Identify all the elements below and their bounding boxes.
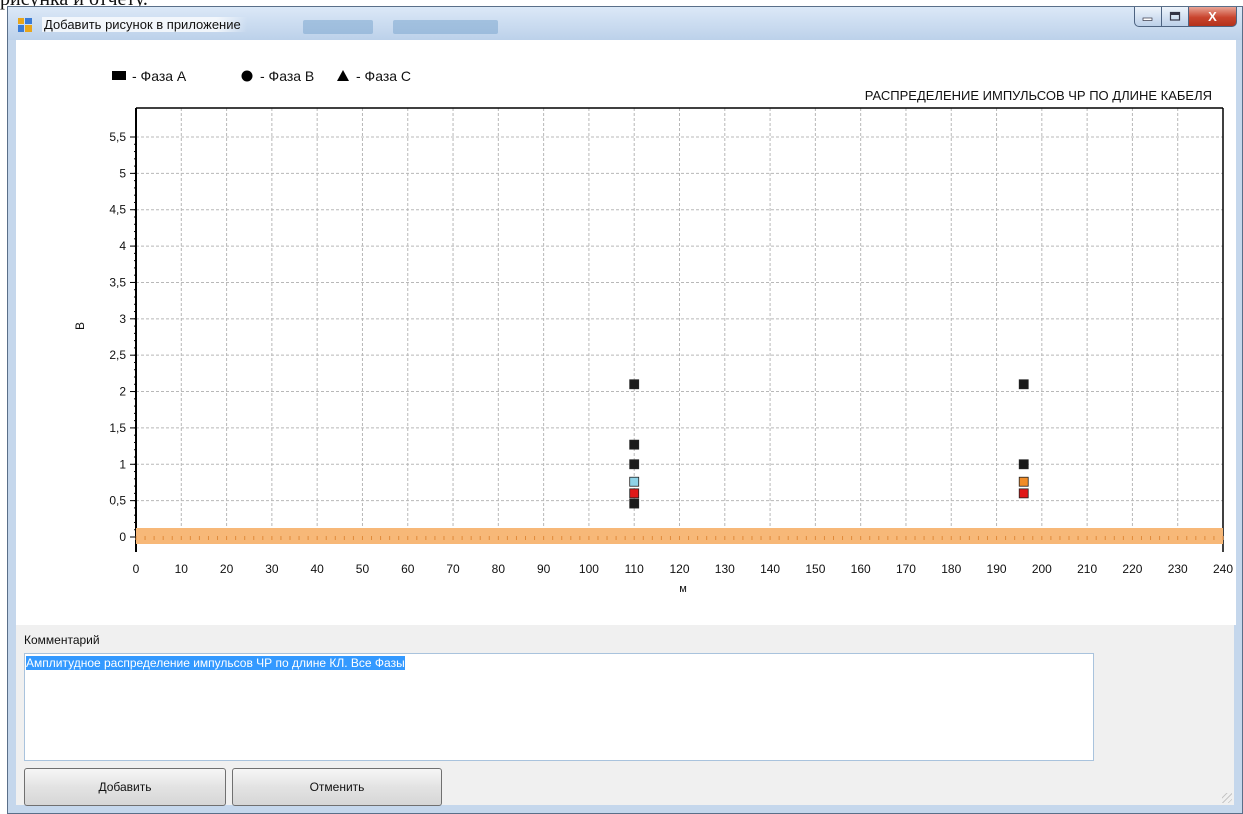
legend-marker-square xyxy=(112,71,126,80)
maximize-button[interactable] xyxy=(1162,7,1189,27)
x-tick-label: 140 xyxy=(760,562,780,576)
legend: - Фаза А - Фаза В - Фаза С xyxy=(112,68,411,84)
y-tick-label: 5 xyxy=(119,166,126,180)
window-controls: X xyxy=(1134,7,1237,27)
x-tick-label: 80 xyxy=(492,562,506,576)
close-button[interactable]: X xyxy=(1189,7,1237,27)
chart-points xyxy=(629,379,1029,509)
title-ghost xyxy=(393,20,498,34)
y-tick-label: 2,5 xyxy=(109,348,126,362)
chart-axes: 0 0,5 1 1,5 2 2,5 3 3,5 4 4,5 5 5,5 0 10 20 30 40 50 60 70 8… xyxy=(73,107,1233,595)
x-axis-label: м xyxy=(679,583,687,595)
y-axis-label: В xyxy=(73,322,87,330)
x-tick-label: 20 xyxy=(220,562,234,576)
y-tick-label: 0 xyxy=(119,530,126,544)
legend-label: - Фаза А xyxy=(132,68,187,84)
x-tick-label: 10 xyxy=(175,562,189,576)
x-tick-label: 210 xyxy=(1077,562,1097,576)
x-tick-label: 0 xyxy=(133,562,140,576)
minimize-icon xyxy=(1142,17,1153,21)
y-tick-label: 4,5 xyxy=(109,203,126,217)
chart-title: РАСПРЕДЕЛЕНИЕ ИМПУЛЬСОВ ЧР ПО ДЛИНЕ КАБЕ… xyxy=(865,88,1212,103)
x-tick-label: 240 xyxy=(1213,562,1233,576)
x-tick-label: 190 xyxy=(987,562,1007,576)
resize-grip[interactable] xyxy=(1222,793,1232,803)
y-tick-label: 5,5 xyxy=(109,130,126,144)
title-bar[interactable]: Добавить рисунок в приложение X xyxy=(8,7,1242,40)
window-title: Добавить рисунок в приложение xyxy=(42,17,247,32)
data-point xyxy=(629,459,640,470)
close-icon: X xyxy=(1208,9,1217,24)
y-tick-label: 3 xyxy=(119,312,126,326)
add-picture-dialog: Добавить рисунок в приложение X - Фаза А… xyxy=(7,6,1243,814)
x-tick-label: 60 xyxy=(401,562,415,576)
maximize-icon xyxy=(1169,11,1181,21)
y-tick-label: 2 xyxy=(119,385,126,399)
data-point xyxy=(629,439,640,450)
x-tick-label: 30 xyxy=(265,562,279,576)
x-tick-label: 110 xyxy=(625,562,644,576)
data-point xyxy=(1018,488,1029,499)
y-tick-label: 0,5 xyxy=(109,494,126,508)
legend-marker-circle xyxy=(241,70,253,82)
x-tick-label: 70 xyxy=(446,562,460,576)
data-point xyxy=(1018,379,1029,390)
legend-marker-triangle xyxy=(337,70,349,81)
data-point xyxy=(1018,476,1029,487)
legend-label: - Фаза В xyxy=(260,68,314,84)
x-tick-label: 180 xyxy=(941,562,961,576)
cancel-button[interactable]: Отменить xyxy=(232,768,442,806)
x-tick-label: 150 xyxy=(805,562,825,576)
dialog-client-area: - Фаза А - Фаза В - Фаза С РАСПРЕДЕЛЕНИЕ И… xyxy=(16,40,1236,806)
y-tick-label: 3,5 xyxy=(109,275,126,289)
x-tick-label: 160 xyxy=(851,562,871,576)
y-tick-label: 1,5 xyxy=(109,421,126,435)
comment-text: Амплитудное распределение импульсов ЧР п… xyxy=(26,656,405,670)
data-point xyxy=(629,488,640,499)
comment-label: Комментарий xyxy=(24,633,100,647)
x-tick-label: 120 xyxy=(669,562,689,576)
data-point xyxy=(629,476,640,487)
app-icon xyxy=(18,18,32,32)
x-tick-label: 200 xyxy=(1032,562,1052,576)
title-ghost xyxy=(303,20,373,34)
comment-textarea[interactable]: Амплитудное распределение импульсов ЧР п… xyxy=(24,653,1094,761)
x-tick-label: 130 xyxy=(715,562,735,576)
minimize-button[interactable] xyxy=(1134,7,1162,27)
x-tick-label: 50 xyxy=(356,562,370,576)
y-tick-label: 4 xyxy=(119,239,126,253)
x-tick-label: 90 xyxy=(537,562,551,576)
chart-grid xyxy=(135,108,1224,538)
x-tick-label: 40 xyxy=(310,562,324,576)
x-tick-label: 170 xyxy=(896,562,916,576)
legend-label: - Фаза С xyxy=(356,68,411,84)
x-tick-label: 220 xyxy=(1122,562,1142,576)
data-point xyxy=(1018,459,1029,470)
add-button[interactable]: Добавить xyxy=(24,768,226,806)
chart-panel: - Фаза А - Фаза В - Фаза С РАСПРЕДЕЛЕНИЕ И… xyxy=(16,40,1236,625)
data-point xyxy=(629,379,640,390)
data-point xyxy=(629,498,640,509)
comment-panel: Комментарий Амплитудное распределение им… xyxy=(16,625,1234,806)
y-tick-label: 1 xyxy=(119,457,126,471)
x-tick-label: 230 xyxy=(1168,562,1188,576)
pd-distribution-chart: - Фаза А - Фаза В - Фаза С РАСПРЕДЕЛЕНИЕ И… xyxy=(73,68,1233,595)
x-tick-label: 100 xyxy=(579,562,599,576)
